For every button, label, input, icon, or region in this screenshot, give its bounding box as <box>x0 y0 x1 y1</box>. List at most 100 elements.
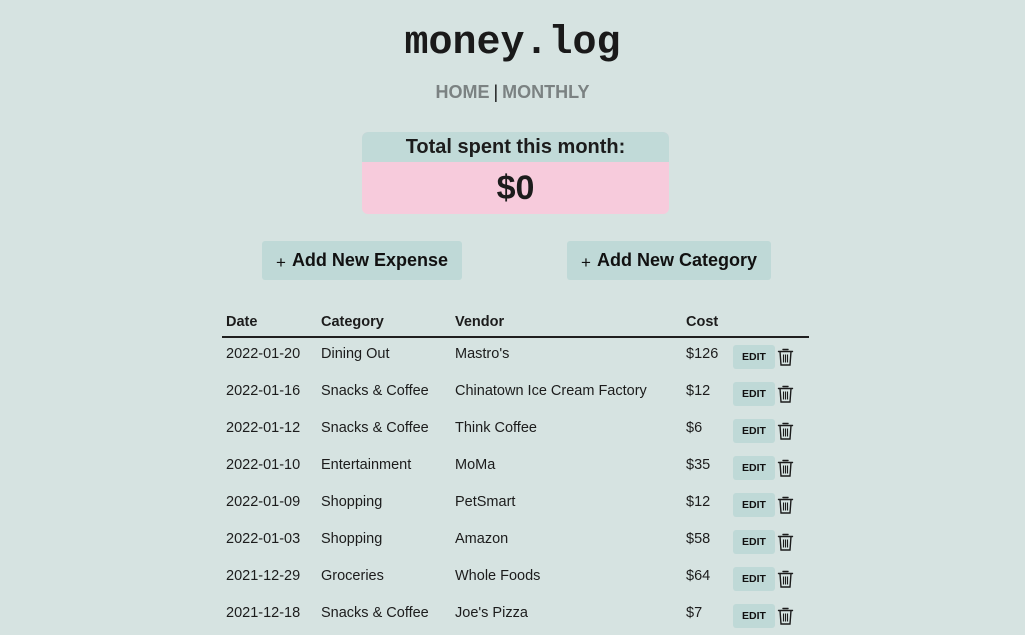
expense-cost-cell: $35 <box>682 449 729 486</box>
edit-button[interactable]: EDIT <box>733 529 775 554</box>
expense-cost: $12 <box>686 382 711 399</box>
expense-vendor: Think Coffee <box>455 419 537 436</box>
table-row: 2022-01-09 Shopping PetSmart $12 EDIT <box>222 486 809 523</box>
expense-date-cell: 2022-01-03 <box>222 523 317 560</box>
edit-button[interactable]: EDIT <box>733 381 775 406</box>
expense-date-cell: 2022-01-10 <box>222 449 317 486</box>
column-header-vendor: Vendor <box>451 308 682 338</box>
edit-button[interactable]: EDIT <box>733 344 775 369</box>
expense-vendor: Amazon <box>455 530 509 547</box>
row-actions-cell: EDIT <box>729 597 809 634</box>
expense-date: 2022-01-10 <box>226 456 301 473</box>
expense-category-cell: Snacks & Coffee <box>317 375 451 412</box>
trash-icon[interactable] <box>777 421 794 441</box>
trash-icon-graphic <box>777 570 794 588</box>
table-row: 2022-01-03 Shopping Amazon $58 EDIT <box>222 523 809 560</box>
nav-home-link[interactable]: HOME <box>435 82 489 102</box>
expense-vendor-cell: PetSmart <box>451 486 682 523</box>
expense-cost: $12 <box>686 493 711 510</box>
nav-monthly-link[interactable]: MONTHLY <box>502 82 589 102</box>
row-actions-cell: EDIT <box>729 560 809 597</box>
row-actions: EDIT <box>733 381 809 406</box>
expense-date: 2022-01-12 <box>226 419 301 436</box>
row-actions: EDIT <box>733 566 809 591</box>
trash-icon[interactable] <box>777 347 794 367</box>
expense-category: Entertainment <box>321 456 412 473</box>
expense-date: 2022-01-09 <box>226 493 301 510</box>
row-actions-cell: EDIT <box>729 412 809 449</box>
trash-icon[interactable] <box>777 495 794 515</box>
plus-icon: + <box>276 252 286 272</box>
expense-cost: $58 <box>686 530 711 547</box>
expense-category-cell: Shopping <box>317 486 451 523</box>
expense-date-cell: 2021-12-29 <box>222 560 317 597</box>
trash-icon-graphic <box>777 459 794 477</box>
expense-cost-cell: $58 <box>682 523 729 560</box>
edit-button[interactable]: EDIT <box>733 603 775 628</box>
expense-category-cell: Dining Out <box>317 337 451 375</box>
expenses-table: Date Category Vendor Cost 2022-01-20 Dini… <box>222 308 809 634</box>
edit-button[interactable]: EDIT <box>733 418 775 443</box>
monthly-total-card: Total spent this month: $0 <box>362 132 669 214</box>
expense-vendor-cell: Mastro's <box>451 337 682 375</box>
expense-cost-cell: $6 <box>682 412 729 449</box>
table-header-row: Date Category Vendor Cost <box>222 308 809 338</box>
expense-cost: $35 <box>686 456 711 473</box>
trash-icon-graphic <box>777 422 794 440</box>
trash-icon[interactable] <box>777 384 794 404</box>
trash-icon-graphic <box>777 496 794 514</box>
table-row: 2022-01-12 Snacks & Coffee Think Coffee $6 E… <box>222 412 809 449</box>
row-actions: EDIT <box>733 418 809 443</box>
trash-icon[interactable] <box>777 458 794 478</box>
expense-category: Groceries <box>321 567 384 584</box>
edit-button[interactable]: EDIT <box>733 566 775 591</box>
app-logo: money.log <box>404 21 621 66</box>
expense-category: Snacks & Coffee <box>321 604 429 621</box>
expense-date-cell: 2022-01-16 <box>222 375 317 412</box>
expense-category: Dining Out <box>321 345 390 362</box>
expense-vendor-cell: Amazon <box>451 523 682 560</box>
expense-date-cell: 2022-01-20 <box>222 337 317 375</box>
row-actions-cell: EDIT <box>729 337 809 375</box>
edit-button[interactable]: EDIT <box>733 492 775 517</box>
table-row: 2021-12-18 Snacks & Coffee Joe's Pizza $7 ED… <box>222 597 809 634</box>
expense-category: Snacks & Coffee <box>321 382 429 399</box>
column-header-category: Category <box>317 308 451 338</box>
expense-vendor: MoMa <box>455 456 496 473</box>
trash-icon[interactable] <box>777 606 794 626</box>
nav-separator: | <box>493 82 499 102</box>
trash-icon[interactable] <box>777 569 794 589</box>
trash-icon[interactable] <box>777 532 794 552</box>
expense-cost-cell: $64 <box>682 560 729 597</box>
expense-date: 2022-01-03 <box>226 530 301 547</box>
main-nav: HOME | MONTHLY <box>0 80 1025 104</box>
add-category-button[interactable]: + Add New Category <box>567 241 771 280</box>
expense-vendor: Joe's Pizza <box>455 604 528 621</box>
expense-vendor: Mastro's <box>455 345 510 362</box>
expense-date: 2021-12-29 <box>226 567 301 584</box>
expense-category: Shopping <box>321 530 383 547</box>
expense-cost: $7 <box>686 604 703 621</box>
row-actions: EDIT <box>733 603 809 628</box>
column-header-date: Date <box>222 308 317 338</box>
expense-vendor: PetSmart <box>455 493 516 510</box>
row-actions-cell: EDIT <box>729 523 809 560</box>
table-row: 2022-01-16 Snacks & Coffee Chinatown Ice C… <box>222 375 809 412</box>
expense-cost: $126 <box>686 345 719 362</box>
expense-category-cell: Shopping <box>317 523 451 560</box>
trash-icon-graphic <box>777 533 794 551</box>
expense-category-cell: Snacks & Coffee <box>317 597 451 634</box>
expense-cost-cell: $12 <box>682 375 729 412</box>
edit-button[interactable]: EDIT <box>733 455 775 480</box>
expense-category-cell: Groceries <box>317 560 451 597</box>
expense-category-cell: Snacks & Coffee <box>317 412 451 449</box>
column-header-cost: Cost <box>682 308 729 338</box>
expense-category: Snacks & Coffee <box>321 419 429 436</box>
expense-date: 2022-01-20 <box>226 345 301 362</box>
monthly-total-label: Total spent this month: <box>362 132 669 162</box>
expense-cost: $6 <box>686 419 703 436</box>
expense-vendor-cell: Joe's Pizza <box>451 597 682 634</box>
trash-icon-graphic <box>777 607 794 625</box>
add-expense-button[interactable]: + Add New Expense <box>262 241 462 280</box>
expense-vendor-cell: Chinatown Ice Cream Factory <box>451 375 682 412</box>
